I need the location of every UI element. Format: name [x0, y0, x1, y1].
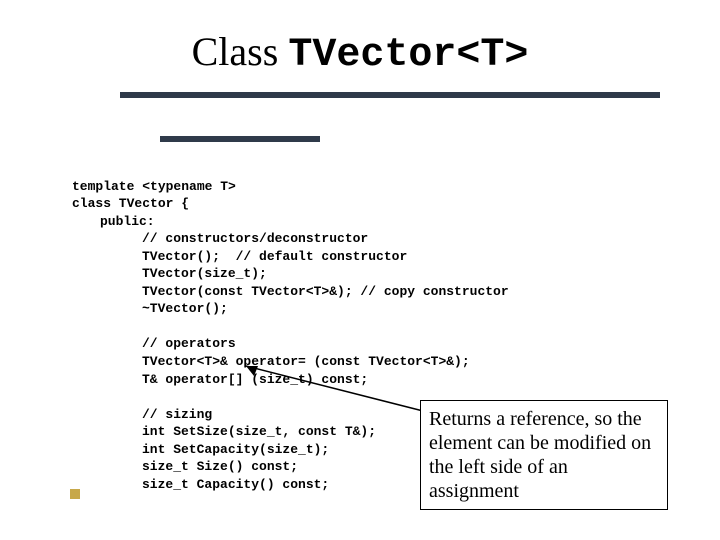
code-line: TVector(size_t); [72, 265, 267, 283]
code-line: int SetSize(size_t, const T&); [72, 423, 376, 441]
callout-text: Returns a reference, so the element can … [429, 408, 651, 502]
code-line: // operators [72, 335, 236, 353]
code-line: T& operator[] (size_t) const; [72, 371, 368, 389]
slide: Class TVector<T> template <typename T> c… [0, 0, 720, 540]
callout-box: Returns a reference, so the element can … [420, 400, 668, 510]
title-rule [120, 92, 660, 98]
code-line: TVector(const TVector<T>&); // copy cons… [72, 283, 509, 301]
sub-rule [160, 136, 320, 142]
code-line: // constructors/deconstructor [72, 230, 368, 248]
slide-title: Class TVector<T> [0, 28, 720, 78]
code-line: size_t Size() const; [72, 458, 298, 476]
bullet-square-icon [70, 489, 80, 499]
code-line: // sizing [72, 406, 212, 424]
code-line: TVector(); // default constructor [72, 248, 407, 266]
code-line: class TVector { [72, 196, 189, 211]
title-prefix: Class [192, 29, 289, 74]
code-line: int SetCapacity(size_t); [72, 441, 329, 459]
title-mono: TVector<T> [288, 33, 528, 78]
code-line: public: [72, 213, 155, 231]
code-line: TVector<T>& operator= (const TVector<T>&… [72, 353, 470, 371]
code-line: size_t Capacity() const; [72, 476, 329, 494]
code-line: ~TVector(); [72, 300, 228, 318]
code-line: template <typename T> [72, 179, 236, 194]
